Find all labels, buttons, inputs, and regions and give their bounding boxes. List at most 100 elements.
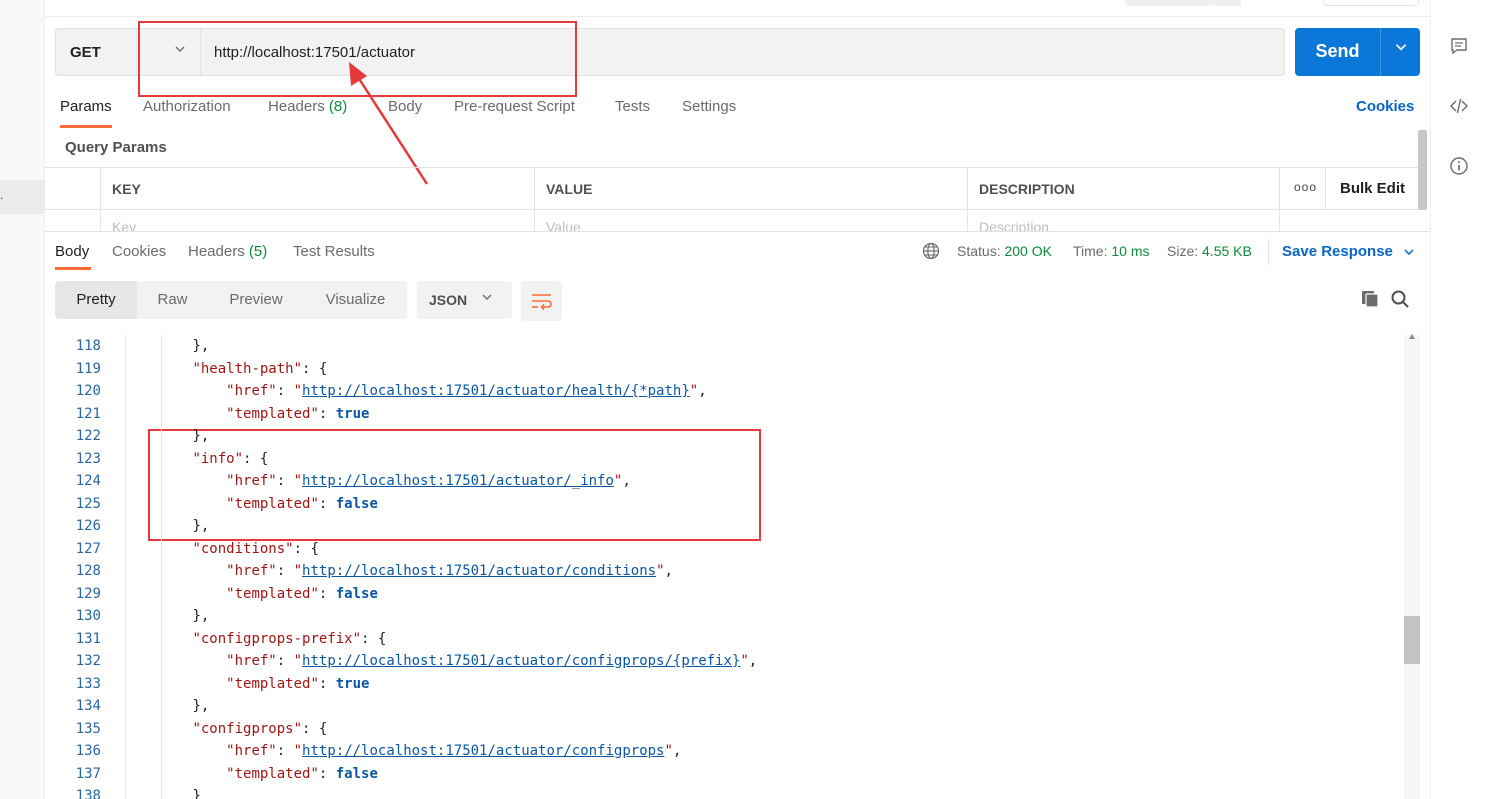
tab-body[interactable]: Body (388, 98, 422, 115)
line-number: 124 (75, 473, 101, 489)
language-label: JSON (429, 292, 468, 308)
copy-icon[interactable] (1360, 289, 1380, 314)
format-visualize[interactable]: Visualize (304, 281, 407, 319)
time-value[interactable]: 10 ms (1111, 243, 1149, 259)
size-value[interactable]: 4.55 KB (1202, 243, 1252, 259)
code-line: 125 "templated": false (45, 493, 1405, 515)
request-scrollbar[interactable] (1418, 130, 1427, 210)
globe-icon[interactable] (922, 242, 940, 265)
description-input[interactable]: Description (968, 210, 1280, 232)
key-input[interactable]: Key (101, 210, 535, 232)
size-label: Size: (1167, 243, 1199, 259)
tab-authorization[interactable]: Authorization (143, 98, 231, 115)
code-line: 132 "href": "http://localhost:17501/actu… (45, 650, 1405, 672)
scroll-up-arrow-icon[interactable] (1409, 334, 1415, 339)
code-text: "templated": false (226, 585, 378, 602)
top-tab-ghost[interactable] (1125, 0, 1211, 6)
description-header-label: DESCRIPTION (979, 181, 1075, 197)
response-tab-headers-count: (5) (248, 243, 268, 260)
comment-icon[interactable] (1449, 36, 1469, 61)
tab-headers-label: Headers (268, 98, 325, 115)
response-tab-cookies[interactable]: Cookies (112, 243, 166, 260)
tab-settings[interactable]: Settings (682, 98, 736, 115)
time-readout: Time: 10 ms (1073, 243, 1150, 259)
code-line: 119 "health-path": { (45, 358, 1405, 380)
value-input[interactable]: Value (535, 210, 968, 232)
code-line: 130 }, (45, 605, 1405, 627)
format-pretty[interactable]: Pretty (55, 281, 137, 319)
chevron-down-icon[interactable] (1381, 40, 1420, 59)
response-body-editor[interactable]: 118 }, 119 "health-path": {120 "href": "h… (45, 335, 1430, 799)
left-sidebar: . (0, 0, 45, 799)
code-line: 128 "href": "http://localhost:17501/actu… (45, 560, 1405, 582)
more-options-icon[interactable]: ooo (1294, 180, 1317, 194)
sidebar-selected-item[interactable]: . (0, 180, 45, 214)
cookies-link[interactable]: Cookies (1356, 98, 1414, 115)
code-line: 120 "href": "http://localhost:17501/actu… (45, 380, 1405, 402)
code-text: "href": "http://localhost:17501/actuator… (226, 653, 758, 669)
code-line: 131 "configprops-prefix": { (45, 628, 1405, 650)
line-number: 123 (75, 450, 101, 467)
format-raw[interactable]: Raw (137, 281, 208, 319)
tab-pre-request-script[interactable]: Pre-request Script (454, 98, 575, 115)
divider (1268, 239, 1269, 265)
line-number: 131 (75, 630, 101, 647)
top-bar (45, 0, 1430, 17)
line-number: 126 (75, 518, 101, 534)
line-number: 125 (75, 495, 101, 512)
send-label: Send (1315, 41, 1360, 61)
line-number: 129 (75, 585, 101, 602)
description-column-header: DESCRIPTION (968, 168, 1280, 210)
response-tab-headers[interactable]: Headers (5) (188, 243, 267, 260)
search-icon[interactable] (1390, 289, 1410, 314)
code-text: "href": "http://localhost:17501/actuator… (226, 563, 673, 579)
send-button[interactable]: Send (1295, 28, 1420, 76)
code-line: 137 "templated": false (45, 763, 1405, 785)
tab-headers[interactable]: Headers (8) (268, 98, 347, 115)
code-text: "templated": false (226, 495, 378, 512)
line-number: 130 (75, 608, 101, 624)
tab-tests[interactable]: Tests (615, 98, 650, 115)
response-tab-test-results[interactable]: Test Results (293, 243, 375, 260)
code-icon[interactable] (1449, 96, 1469, 121)
top-tab-ghost[interactable] (1323, 0, 1419, 6)
info-icon[interactable] (1449, 156, 1469, 181)
save-response-label: Save Response (1282, 243, 1393, 260)
tab-params[interactable]: Params (60, 98, 112, 115)
top-tab-ghost[interactable] (1211, 0, 1241, 6)
code-text: "configprops": { (192, 720, 328, 737)
wrap-lines-button[interactable] (521, 281, 562, 321)
line-number: 137 (75, 765, 101, 782)
size-readout: Size: 4.55 KB (1167, 243, 1252, 259)
code-line: 135 "configprops": { (45, 718, 1405, 740)
line-number: 132 (75, 653, 101, 669)
bulk-edit-button[interactable]: Bulk Edit (1340, 180, 1405, 197)
editor-scrollbar-thumb[interactable] (1404, 616, 1420, 664)
editor-scroll-track[interactable] (1404, 335, 1420, 799)
status-value[interactable]: 200 OK (1004, 243, 1051, 259)
code-line: 138 } (45, 785, 1405, 799)
code-text: }, (192, 608, 210, 624)
code-text: }, (192, 338, 210, 354)
save-response-button[interactable]: Save Response (1282, 243, 1415, 260)
line-number: 118 (75, 338, 101, 354)
response-tab-headers-label: Headers (188, 243, 245, 260)
format-preview[interactable]: Preview (208, 281, 304, 319)
annotation-box-url (138, 21, 577, 97)
line-number: 133 (75, 675, 101, 692)
line-number: 121 (75, 405, 101, 422)
line-number: 128 (75, 563, 101, 579)
code-line: 129 "templated": false (45, 583, 1405, 605)
value-header-label: VALUE (546, 181, 593, 197)
response-tab-body[interactable]: Body (55, 243, 89, 260)
language-select[interactable]: JSON (417, 281, 512, 319)
code-text: "templated": true (226, 675, 370, 692)
row-handle-header (45, 168, 101, 210)
code-text: }, (192, 428, 210, 444)
code-line: 121 "templated": true (45, 403, 1405, 425)
code-text: } (192, 788, 201, 799)
line-number: 135 (75, 720, 101, 737)
line-number: 127 (75, 540, 101, 557)
code-line: 118 }, (45, 335, 1405, 357)
code-line: 122 }, (45, 425, 1405, 447)
